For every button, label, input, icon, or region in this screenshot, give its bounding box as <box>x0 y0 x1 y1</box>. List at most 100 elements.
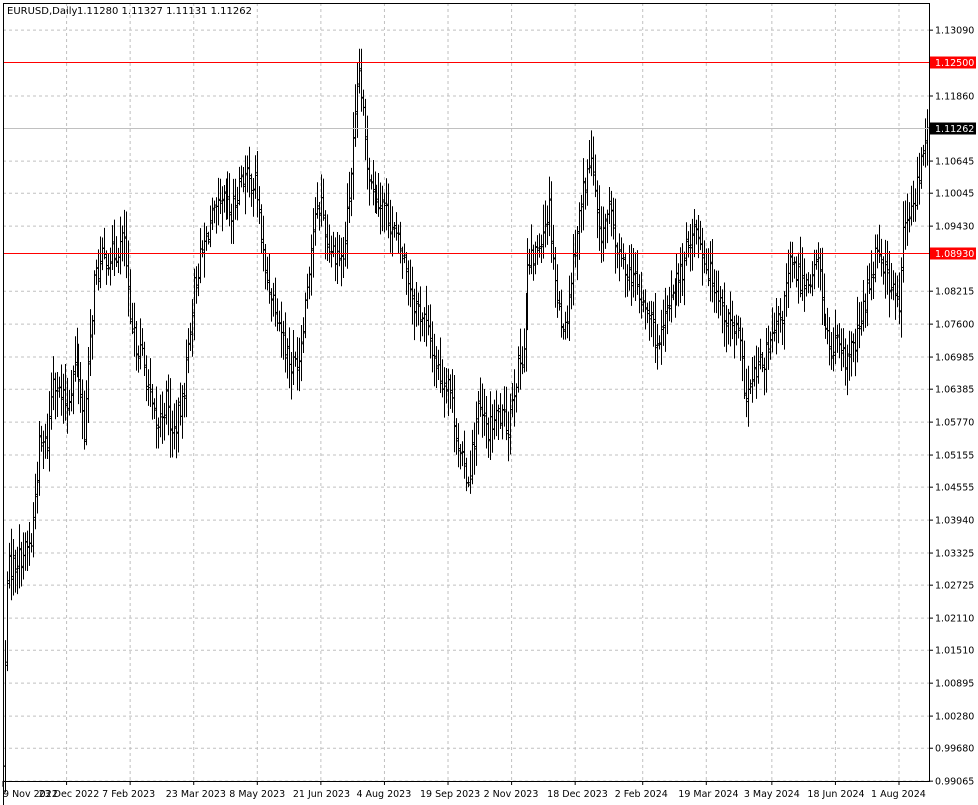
ohlc-bar <box>693 208 696 258</box>
ohlc-bar <box>91 315 94 360</box>
ohlc-bar <box>644 289 647 330</box>
ohlc-bar <box>729 291 732 347</box>
ohlc-bar <box>213 200 216 224</box>
ohlc-bar <box>328 224 331 263</box>
ohlc-bar <box>544 200 547 248</box>
ohlc-bar <box>447 368 450 417</box>
ohlc-bar <box>381 185 384 232</box>
ohlc-bar <box>8 542 11 589</box>
ohlc-bar <box>171 410 174 458</box>
ohlc-readout: 1.11280 1.11327 1.11131 1.11262 <box>77 6 252 17</box>
price-chart[interactable]: 1.13090 1.11860 1.10645 1.10045 1.09430 1.082… <box>0 0 978 805</box>
ohlc-bar <box>598 185 601 251</box>
ohlc-bar <box>658 335 661 350</box>
price-axis[interactable]: 1.13090 1.11860 1.10645 1.10045 1.09430 1.082… <box>929 26 974 788</box>
ohlc-bar <box>276 298 279 332</box>
ohlc-bar <box>604 213 607 249</box>
ohlc-bar <box>393 222 396 238</box>
ohlc-bar <box>219 178 222 214</box>
ohlc-bar <box>554 247 557 308</box>
ohlc-bar <box>407 260 410 306</box>
ohlc-bar <box>173 403 176 450</box>
ohlc-bar <box>725 305 728 353</box>
ohlc-bar <box>668 286 671 322</box>
ohlc-bar <box>695 219 698 245</box>
ohlc-bar <box>12 539 15 596</box>
ohlc-bar <box>177 397 180 453</box>
ohlc-bar <box>689 223 692 272</box>
ohlc-bar <box>753 355 756 387</box>
ohlc-bar <box>487 417 490 458</box>
ohlc-bar <box>620 237 623 267</box>
ohlc-bar <box>691 218 694 271</box>
grid <box>3 3 929 782</box>
x-tick-label: 2 Feb 2024 <box>615 789 668 800</box>
ohlc-bar <box>26 530 29 572</box>
ohlc-bar <box>185 339 188 418</box>
ohlc-bar <box>705 248 708 275</box>
ohlc-bar <box>523 328 526 373</box>
ohlc-bar <box>199 228 202 284</box>
ohlc-bar <box>288 327 291 389</box>
ohlc-bar <box>433 333 436 387</box>
ohlc-bar <box>622 243 625 270</box>
ohlc-bar <box>169 378 172 458</box>
x-tick-label: 21 Jun 2023 <box>293 789 350 800</box>
ohlc-bar <box>113 219 116 277</box>
y-tick-label: 1.03940 <box>935 516 974 527</box>
ohlc-bars <box>2 48 929 805</box>
symbol-label: EURUSD,Daily <box>7 6 78 17</box>
ohlc-bar <box>791 241 794 283</box>
ohlc-bar <box>405 252 408 295</box>
y-tick-label: 1.00280 <box>935 712 974 723</box>
ohlc-bar <box>679 247 682 304</box>
ohlc-bar <box>719 285 722 316</box>
ohlc-bar <box>248 146 251 198</box>
ohlc-bar <box>34 473 37 530</box>
x-tick-label: 19 Mar 2024 <box>678 789 738 800</box>
ohlc-bar <box>499 393 502 429</box>
ohlc-bar <box>618 233 621 282</box>
ohlc-bar <box>916 156 919 210</box>
ohlc-bar <box>290 352 293 400</box>
ohlc-bar <box>560 289 563 338</box>
price-level-badge: 1.12500 <box>930 56 976 69</box>
ohlc-bar <box>121 225 124 262</box>
ohlc-bar <box>50 372 53 430</box>
ohlc-bar <box>477 390 480 435</box>
ohlc-bar <box>765 328 768 393</box>
ohlc-bar <box>548 176 551 237</box>
ohlc-bar <box>338 234 341 267</box>
horizontal-levels[interactable] <box>3 62 929 254</box>
ohlc-bar <box>300 324 303 382</box>
ohlc-bar <box>481 383 484 438</box>
ohlc-bar <box>320 174 323 227</box>
ohlc-bar <box>52 356 55 411</box>
ohlc-bar <box>262 215 265 272</box>
ohlc-bar <box>54 372 57 420</box>
y-tick-label: 1.08215 <box>935 287 974 298</box>
ohlc-bar <box>38 421 41 496</box>
x-tick-label: 23 Dec 2022 <box>39 789 100 800</box>
ohlc-bar <box>103 227 106 260</box>
ohlc-bar <box>401 246 404 279</box>
ohlc-bar <box>131 302 134 335</box>
price-level-label: 1.08930 <box>935 249 974 260</box>
ohlc-bar <box>181 385 184 439</box>
ohlc-bar <box>326 214 329 262</box>
time-axis[interactable]: 9 Nov 202223 Dec 2022 7 Feb 2023 23 Mar 20… <box>2 781 926 800</box>
ohlc-bar <box>918 152 921 205</box>
ohlc-bar <box>167 374 170 436</box>
ohlc-bar <box>817 242 820 288</box>
ohlc-bar <box>137 345 140 373</box>
ohlc-bar <box>425 285 428 347</box>
ohlc-bar <box>258 186 261 224</box>
ohlc-bar <box>528 248 531 275</box>
ohlc-bar <box>570 272 573 310</box>
ohlc-bar <box>159 394 162 438</box>
ohlc-bar <box>558 290 561 311</box>
chart-window[interactable]: 1.13090 1.11860 1.10645 1.10045 1.09430 1.082… <box>0 0 978 805</box>
ohlc-bar <box>648 301 651 341</box>
ohlc-bar <box>282 320 285 360</box>
ohlc-bar <box>40 425 43 452</box>
